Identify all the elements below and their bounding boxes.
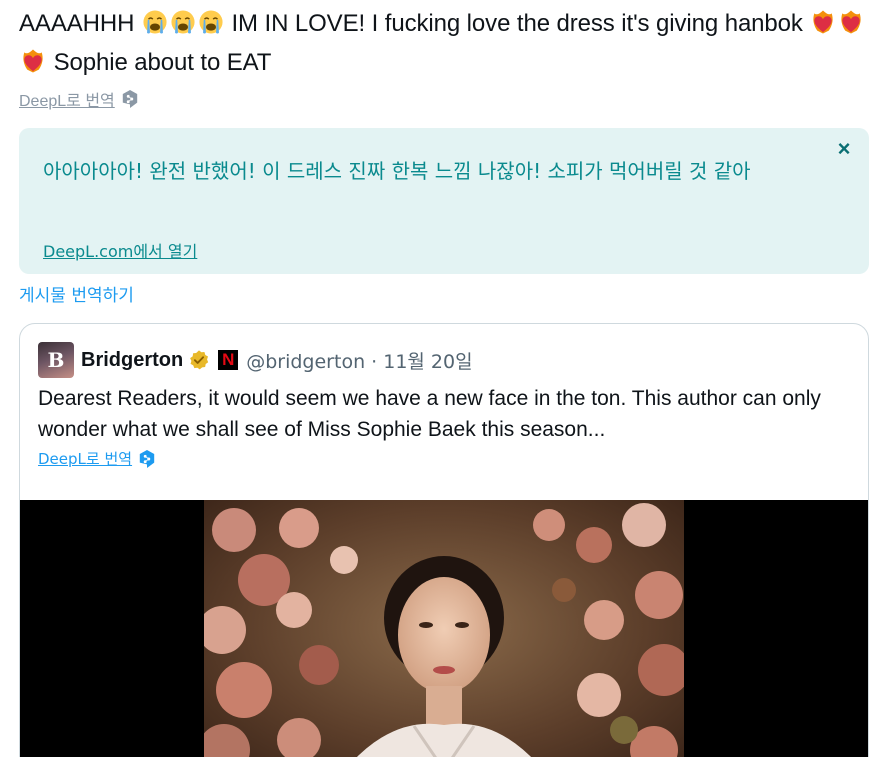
tweet-text-part-3: Sophie about to EAT xyxy=(47,49,272,76)
tweet-text: AAAAHHH IM IN LOVE! I fucking love the d… xyxy=(19,4,869,82)
author-name[interactable]: Bridgerton xyxy=(81,349,183,372)
crying-face-emoji-icon xyxy=(143,10,167,34)
netflix-affiliate-icon[interactable]: N xyxy=(218,350,239,370)
handle-text[interactable]: @bridgerton xyxy=(246,351,365,373)
deepl-translate-link[interactable]: DeepL로 번역 xyxy=(19,87,139,111)
deepl-translate-label[interactable]: DeepL로 번역 xyxy=(19,87,115,111)
quoted-tweet-photo[interactable] xyxy=(204,500,684,757)
meta-separator: · xyxy=(365,350,384,373)
author-handle: @bridgerton · 11월 20일 xyxy=(246,347,472,374)
verified-badge-icon xyxy=(190,350,209,370)
deepl-icon xyxy=(122,90,137,108)
tweet-text-part-2: IM IN LOVE! I fucking love the dress it'… xyxy=(224,10,803,37)
heart-on-fire-emoji-icon xyxy=(23,49,43,73)
crying-face-emoji-icon xyxy=(199,10,223,34)
quoted-tweet-text: Dearest Readers, it would seem we have a… xyxy=(38,387,821,441)
quoted-tweet[interactable]: B Bridgerton N @bridgerton · 11월 20일 Dea… xyxy=(19,323,869,757)
crying-face-emoji-icon xyxy=(171,10,195,34)
portrait-image xyxy=(204,500,684,757)
deepl-icon xyxy=(139,449,155,468)
quoted-deepl-label[interactable]: DeepL로 번역 xyxy=(38,448,132,469)
open-deepl-link[interactable]: DeepL.com에서 열기 xyxy=(43,238,197,262)
close-icon[interactable]: × xyxy=(833,138,855,160)
media-container[interactable] xyxy=(20,500,868,757)
heart-on-fire-emoji-icon xyxy=(841,10,862,34)
tweet-detail: AAAAHHH IM IN LOVE! I fucking love the d… xyxy=(0,0,890,757)
translate-post-link[interactable]: 게시물 번역하기 xyxy=(19,281,134,306)
translation-panel: 아아아아아! 완전 반했어! 이 드레스 진짜 한복 느낌 나잖아! 소피가 먹… xyxy=(19,128,869,274)
tweet-text-part-1: AAAAHHH xyxy=(19,10,135,37)
post-date[interactable]: 11월 20일 xyxy=(383,351,472,373)
avatar[interactable]: B xyxy=(38,342,74,378)
heart-on-fire-emoji-icon xyxy=(813,10,834,34)
quoted-deepl-translate-link[interactable]: DeepL로 번역 xyxy=(38,448,156,469)
translation-text: 아아아아아! 완전 반했어! 이 드레스 진짜 한복 느낌 나잖아! 소피가 먹… xyxy=(43,159,751,183)
quoted-tweet-header: B Bridgerton N @bridgerton · 11월 20일 xyxy=(38,342,473,378)
